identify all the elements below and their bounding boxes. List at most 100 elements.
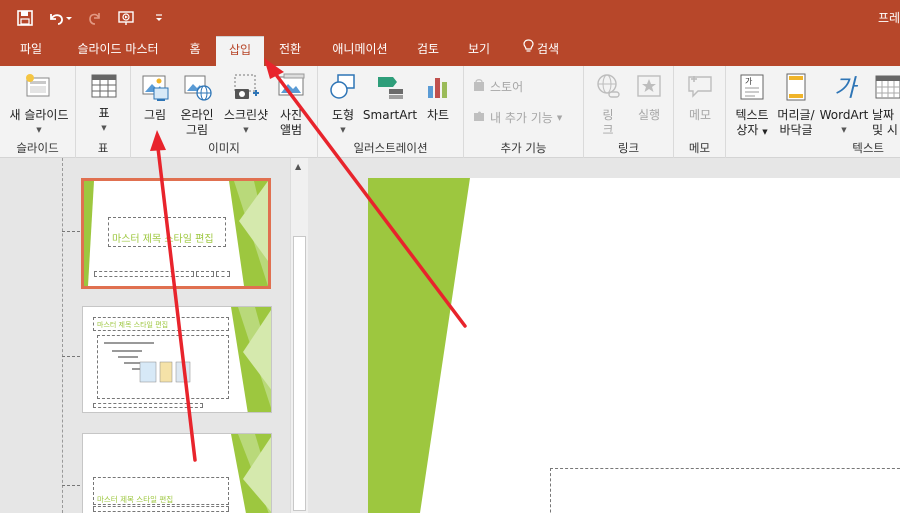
screenshot-button[interactable]: 스크린샷 ▼	[220, 72, 272, 138]
slide-thumbnail-master[interactable]: 마스터 제목 스타일 편집	[81, 178, 271, 289]
tab-view[interactable]: 보기	[456, 36, 502, 66]
chevron-down-icon: ▼	[762, 128, 768, 136]
group-label-text: 텍스트	[852, 141, 884, 155]
hierarchy-connector	[62, 231, 80, 232]
calendar-icon	[874, 72, 900, 106]
thumb-number-placeholder	[216, 271, 230, 277]
group-comments: 메모 메모	[674, 66, 726, 158]
thumb-content-placeholder	[97, 335, 229, 399]
shapes-icon	[322, 72, 364, 106]
online-picture-button[interactable]: 온라인 그림	[175, 72, 219, 138]
svg-text:가: 가	[745, 77, 753, 86]
chevron-down-icon: ▼	[101, 124, 107, 132]
tab-slide-master[interactable]: 슬라이드 마스터	[62, 36, 174, 66]
hierarchy-connector	[62, 485, 80, 486]
group-label-comments: 메모	[688, 141, 711, 155]
tab-file[interactable]: 파일	[6, 36, 56, 66]
thumb-subtitle-placeholder	[93, 506, 229, 512]
link-globe-icon	[590, 72, 626, 106]
chevron-down-icon: ▼	[243, 126, 249, 134]
puzzle-icon	[472, 109, 486, 126]
photo-album-icon	[271, 72, 311, 106]
group-illustrations: 도형 ▼ SmartArt 차트 일러스트레이션	[318, 66, 464, 158]
thumb-footer-placeholder	[93, 403, 203, 408]
chart-icon	[420, 72, 456, 106]
chevron-down-icon: ▼	[841, 126, 847, 134]
table-icon	[84, 72, 124, 104]
chevron-down-icon: ▼	[340, 126, 346, 134]
ribbon-tabs: 파일 슬라이드 마스터 홈 삽입 전환 애니메이션 검토 보기 검색	[0, 36, 900, 66]
online-picture-icon	[175, 72, 219, 106]
scroll-up-icon[interactable]: ▲	[295, 162, 301, 171]
slide-canvas-art	[368, 178, 470, 513]
group-table: 표 ▼ 표	[76, 66, 131, 158]
new-slide-button[interactable]: 새 슬라이드 ▼	[4, 72, 74, 138]
group-label-table: 표	[97, 141, 109, 155]
header-footer-button[interactable]: 머리글/ 바닥글	[774, 72, 818, 138]
ribbon: 새 슬라이드 ▼ 슬라이드 표 ▼ 표 그림 온라인 그림 스크린샷 ▼ 사진 …	[0, 66, 900, 158]
tab-search-label: 검색	[536, 42, 560, 56]
wordart-icon: 가	[818, 72, 870, 106]
smartart-icon	[362, 72, 418, 106]
group-addins: 스토어 내 추가 기능 ▼ 추가 기능	[464, 66, 584, 158]
group-text: 가 텍스트 상자 ▼ 머리글/ 바닥글 가 WordArt ▼ 날짜 및 시 텍…	[726, 66, 900, 158]
tab-search[interactable]: 검색	[512, 36, 570, 66]
quick-access-toolbar	[14, 7, 170, 29]
chevron-down-icon: ▼	[36, 126, 42, 134]
hierarchy-connector	[62, 356, 80, 357]
slide-canvas[interactable]	[368, 178, 900, 513]
comment-button[interactable]: 메모	[680, 72, 720, 123]
table-button[interactable]: 표 ▼	[84, 72, 124, 136]
thumb-title-placeholder: 마스터 제목 스타일 편집	[108, 217, 226, 247]
thumb-title-placeholder: 마스터 제목 스타일 편집	[93, 477, 229, 505]
thumbnail-scrollbar[interactable]: ▲	[290, 158, 308, 513]
header-footer-icon	[774, 72, 818, 106]
group-label-addins: 추가 기능	[500, 141, 547, 155]
canvas-placeholder[interactable]	[550, 468, 900, 513]
group-label-illustrations: 일러스트레이션	[353, 141, 428, 155]
photo-album-button[interactable]: 사진 앨범	[271, 72, 311, 138]
shapes-button[interactable]: 도형 ▼	[322, 72, 364, 138]
slide-thumbnail-layout-2[interactable]: 마스터 제목 스타일 편집	[82, 433, 272, 513]
save-icon[interactable]	[14, 7, 36, 29]
group-label-images: 이미지	[208, 141, 240, 155]
wordart-button[interactable]: 가 WordArt ▼	[818, 72, 870, 138]
thumb-footer-placeholder	[94, 271, 194, 277]
action-button[interactable]: 실행	[630, 72, 668, 123]
screenshot-icon	[220, 72, 272, 106]
start-from-beginning-icon[interactable]	[116, 7, 138, 29]
new-slide-icon	[4, 72, 74, 106]
chevron-down-icon: ▼	[556, 113, 563, 122]
customize-qat-icon[interactable]	[148, 7, 170, 29]
lightbulb-icon	[523, 36, 534, 62]
group-label-links: 링크	[617, 141, 640, 155]
textbox-icon: 가	[730, 72, 774, 106]
date-time-button[interactable]: 날짜 및 시	[872, 72, 900, 138]
tab-insert[interactable]: 삽입	[216, 36, 264, 66]
action-star-icon	[630, 72, 668, 106]
hierarchy-line	[62, 158, 63, 513]
title-bar: 프레	[0, 0, 900, 36]
group-slides: 새 슬라이드 ▼ 슬라이드	[0, 66, 76, 158]
chart-button[interactable]: 차트	[420, 72, 456, 123]
undo-icon[interactable]	[46, 7, 74, 29]
scrollbar-thumb[interactable]	[293, 236, 306, 511]
thumb-title-placeholder: 마스터 제목 스타일 편집	[93, 317, 229, 331]
my-addins-button[interactable]: 내 추가 기능 ▼	[472, 109, 562, 126]
tab-animations[interactable]: 애니메이션	[320, 36, 400, 66]
smartart-button[interactable]: SmartArt	[362, 72, 418, 123]
picture-icon	[137, 72, 173, 106]
slide-thumbnail-layout-1[interactable]: 마스터 제목 스타일 편집	[82, 306, 272, 413]
picture-button[interactable]: 그림	[137, 72, 173, 123]
store-button[interactable]: 스토어	[472, 78, 523, 95]
thumb-content-art	[104, 342, 191, 383]
comment-icon	[680, 72, 720, 106]
tab-home[interactable]: 홈	[178, 36, 212, 66]
group-links: 링 크 실행 링크	[584, 66, 674, 158]
redo-icon[interactable]	[84, 7, 106, 29]
tab-transitions[interactable]: 전환	[270, 36, 310, 66]
textbox-button[interactable]: 가 텍스트 상자 ▼	[730, 72, 774, 140]
group-label-slides: 슬라이드	[16, 141, 59, 155]
link-button[interactable]: 링 크	[590, 72, 626, 138]
tab-review[interactable]: 검토	[408, 36, 448, 66]
